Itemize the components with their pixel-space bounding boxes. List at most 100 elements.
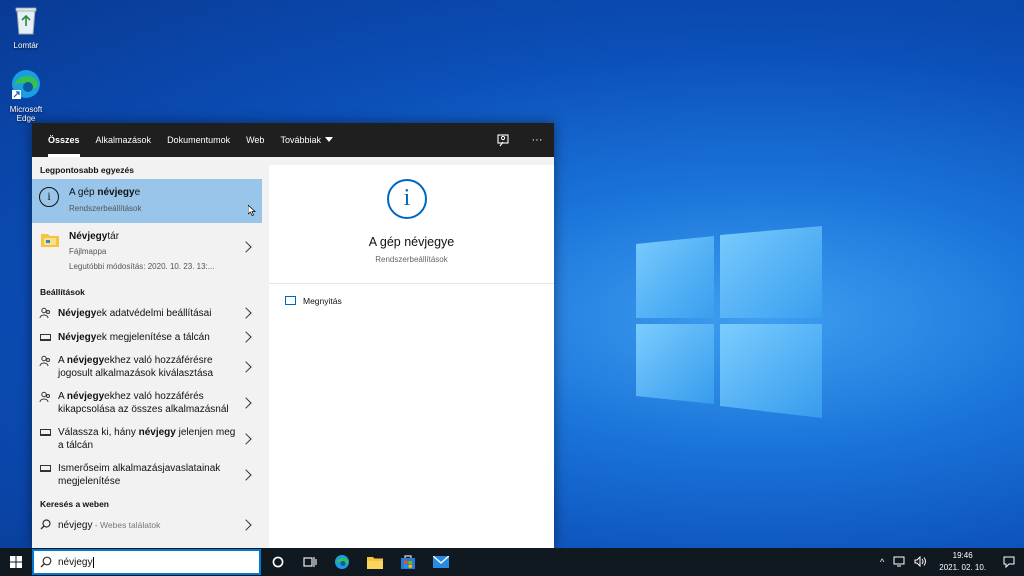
windows-icon [10,556,22,568]
caret-down-icon [324,137,333,142]
settings-item-label: Válassza ki, hány névjegy jelenjen meg a… [58,426,238,452]
chevron-right-icon[interactable] [240,469,252,481]
settings-item-post: ek adatvédelmi beállításai [96,307,212,319]
settings-item-label: Névjegyek adatvédelmi beállításai [58,307,211,320]
chevron-right-icon[interactable] [240,331,252,343]
settings-item-label: Névjegyek megjelenítése a tálcán [58,331,210,344]
divider [269,283,554,284]
taskbar-edge-button[interactable] [326,548,358,576]
settings-item-label: A névjegyekhez való hozzáférés kikapcsol… [58,390,238,416]
taskbar-store-button[interactable] [392,548,424,576]
settings-item[interactable]: Ismerőseim alkalmazásjavaslatainak megje… [32,457,262,493]
taskbar-explorer-button[interactable] [359,548,391,576]
file-result-item[interactable]: Névjegytár Fájlmappa Legutóbbi módosítás… [32,223,262,281]
network-icon [893,556,905,566]
settings-item[interactable]: A névjegyekhez való hozzáférés kikapcsol… [32,385,262,421]
open-action-label: Megnyitás [303,296,342,306]
tab-web[interactable]: Web [238,123,272,157]
clock-date: 2021. 02. 10. [939,563,986,572]
settings-item-bold: Névjegy [58,331,97,343]
search-icon [40,556,52,568]
open-action[interactable]: Megnyitás [285,296,342,306]
file-title: Névjegytár [69,231,262,242]
file-explorer-icon [367,557,383,569]
settings-item-bold: Névjegy [58,307,97,319]
tab-tovabbiak[interactable]: Továbbiak [272,123,341,157]
store-icon [401,555,415,569]
tab-tovabbiak-label: Továbbiak [280,135,321,145]
show-hidden-icons-button[interactable]: ^ [875,557,889,567]
best-match-item[interactable]: i A gép névjegye Rendszerbeállítások [32,179,262,223]
chevron-right-icon[interactable] [240,519,252,531]
results-list: Legpontosabb egyezés i A gép névjegye Re… [32,157,262,548]
edge-icon [335,555,349,569]
chevron-right-icon[interactable] [240,361,252,373]
wallpaper-windows-logo [636,226,822,418]
taskbar-icon [40,333,51,341]
network-button[interactable] [889,556,910,569]
info-icon: i [39,187,59,207]
settings-item-pre: A [58,355,67,366]
web-result-label: névjegy - Webes találatok [58,519,160,532]
best-match-title-pre: A gép [69,187,98,198]
settings-item[interactable]: Névjegyek adatvédelmi beállításai [32,301,262,325]
web-result-item[interactable]: névjegy - Webes találatok [32,513,262,537]
taskbar-mail-button[interactable] [425,548,457,576]
action-center-button[interactable] [994,548,1024,576]
notification-icon [1003,556,1015,568]
more-icon: ··· [531,134,543,146]
search-icon [40,519,51,530]
file-title-post: tár [107,231,120,242]
volume-icon [914,555,927,567]
more-options-button[interactable]: ··· [520,123,554,157]
clock[interactable]: 19:46 2021. 02. 10. [931,550,994,574]
edge-icon [12,70,40,99]
chevron-up-icon: ^ [880,557,885,567]
taskbar-icon [40,429,51,436]
feedback-icon [496,133,509,146]
best-match-subtitle: Rendszerbeállítások [69,204,142,213]
settings-item[interactable]: Válassza ki, hány névjegy jelenjen meg a… [32,421,262,457]
cortana-icon [272,556,284,568]
desktop-icon-edge[interactable]: Microsoft Edge [0,68,52,123]
clock-time: 19:46 [952,551,973,560]
feedback-button[interactable] [486,123,520,157]
tab-alkalmazasok[interactable]: Alkalmazások [88,123,160,157]
chevron-right-icon[interactable] [240,397,252,409]
mouse-cursor-icon [248,205,256,216]
web-result-suffix: - Webes találatok [92,519,161,530]
settings-item-pre: A [58,391,67,402]
search-panel: Összes Alkalmazások Dokumentumok Web Tov… [32,123,554,548]
tab-osszes[interactable]: Összes [40,123,88,157]
settings-item-bold: névjegy [138,427,176,438]
best-match-title: A gép névjegye [69,187,262,198]
detail-title: A gép névjegye [368,235,455,249]
settings-item-post: ek megjelenítése a tálcán [96,331,210,343]
chevron-right-icon[interactable] [240,433,252,445]
task-view-button[interactable] [294,548,326,576]
file-title-bold: Névjegy [69,231,108,242]
settings-item-label: Ismerőseim alkalmazásjavaslatainak megje… [58,463,221,487]
mail-icon [433,556,449,568]
desktop-icon-recycle-bin[interactable]: Lomtár [0,4,52,50]
settings-item-bold: névjegy [66,355,105,366]
taskbar: névjegy ^ 19:46 2021. 02. 10. [0,548,1024,576]
detail-pane: i A gép névjegye Rendszerbeállítások Meg… [269,165,554,548]
taskbar-icon [40,465,51,472]
info-icon: i [387,179,427,219]
taskbar-search-input[interactable]: névjegy [32,549,261,575]
settings-item[interactable]: Névjegyek megjelenítése a tálcán [32,325,262,349]
settings-item[interactable]: A névjegyekhez való hozzáférésre jogosul… [32,349,262,385]
settings-item-bold: névjegy [66,391,105,402]
cortana-button[interactable] [262,548,294,576]
chevron-right-icon[interactable] [240,307,252,319]
tab-dokumentumok[interactable]: Dokumentumok [159,123,238,157]
settings-item-pre: Válassza ki, hány [58,427,139,438]
file-type: Fájlmappa [69,247,107,256]
volume-button[interactable] [910,555,931,569]
section-best-match: Legpontosabb egyezés [40,165,134,175]
open-icon [285,296,296,305]
search-tabs: Összes Alkalmazások Dokumentumok Web Tov… [32,123,554,157]
start-button[interactable] [0,548,32,576]
folder-icon [41,234,59,247]
